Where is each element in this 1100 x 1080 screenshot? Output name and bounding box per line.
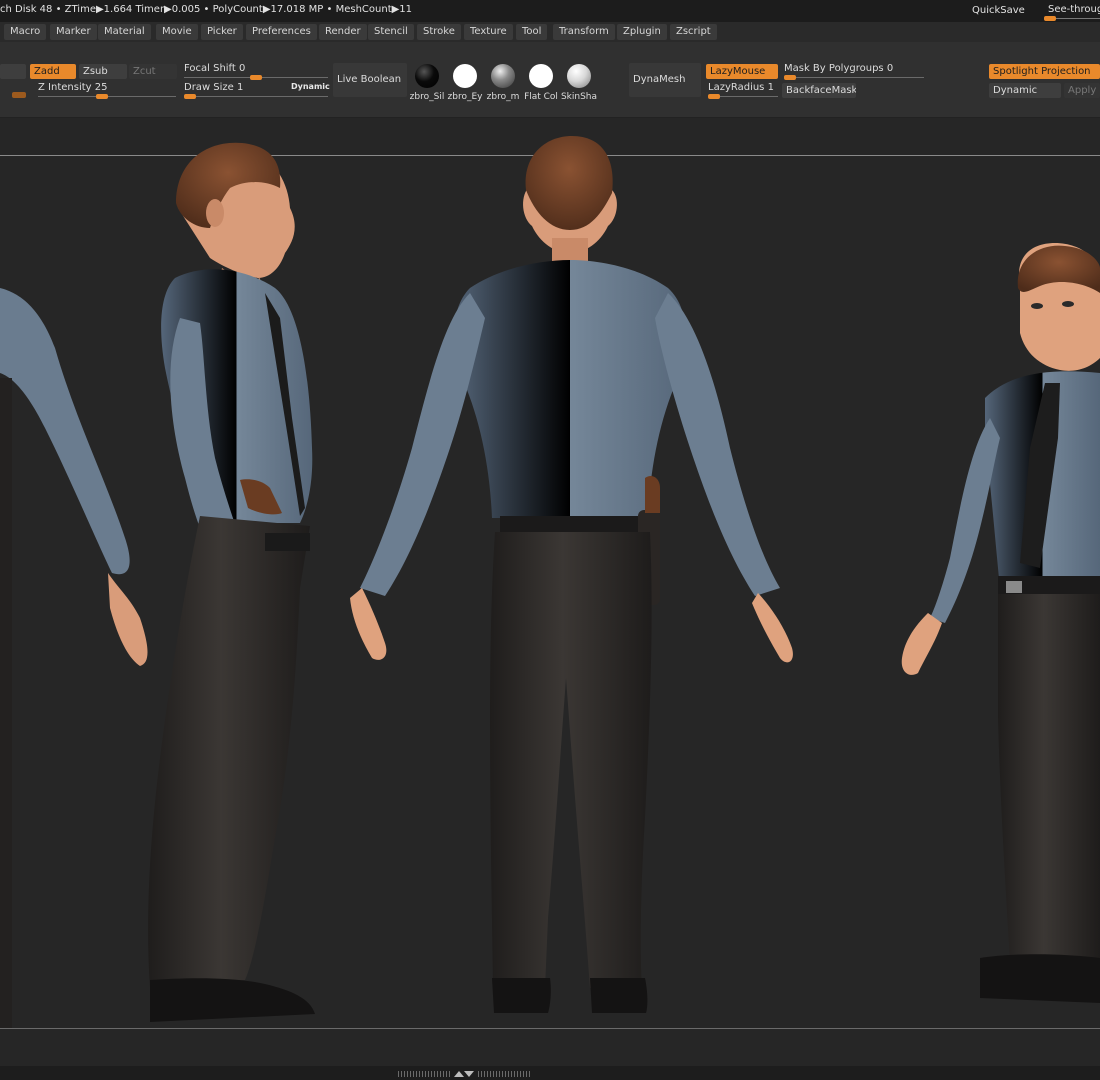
focal-shift-knob[interactable]: [250, 75, 262, 80]
menu-stencil[interactable]: Stencil: [368, 24, 414, 40]
material-label: SkinSha: [560, 92, 598, 102]
menu-render[interactable]: Render: [319, 24, 367, 40]
document-canvas[interactable]: [0, 118, 1100, 1029]
zsub-button[interactable]: Zsub: [79, 64, 127, 79]
tray-grip-right: [478, 1071, 530, 1077]
front-view-figure: [901, 243, 1100, 1003]
bottom-tray-strip: [0, 1066, 1100, 1080]
white-sphere-icon: [529, 64, 553, 88]
menu-marker[interactable]: Marker: [50, 24, 97, 40]
material-slot-flat-color[interactable]: Flat Col: [521, 64, 561, 102]
mask-by-polygroups-slider[interactable]: Mask By Polygroups 0: [784, 63, 924, 81]
lazy-radius-slider[interactable]: LazyRadius 1: [708, 82, 778, 100]
zadd-button[interactable]: Zadd: [30, 64, 76, 79]
zcut-button[interactable]: Zcut: [129, 64, 177, 79]
material-slot-zbro-sil[interactable]: zbro_Sil: [407, 64, 447, 102]
draw-size-knob[interactable]: [184, 94, 196, 99]
grey-sphere-icon: [491, 64, 515, 88]
black-sphere-icon: [415, 64, 439, 88]
lazy-radius-label: LazyRadius 1: [708, 82, 774, 93]
focal-shift-label: Focal Shift 0: [184, 63, 246, 74]
lazy-mouse-button[interactable]: LazyMouse: [706, 64, 778, 79]
menu-movie[interactable]: Movie: [156, 24, 198, 40]
material-label: zbro_Ey: [447, 92, 483, 102]
character-model-viewport[interactable]: [0, 118, 1100, 1029]
menu-zscript[interactable]: Zscript: [670, 24, 717, 40]
mask-by-polygroups-track: [784, 77, 924, 78]
menu-bar: Macro Marker Material Movie Picker Prefe…: [0, 22, 1100, 42]
see-through-label: See-through: [1048, 4, 1100, 15]
dynamic-button[interactable]: Dynamic: [989, 83, 1061, 98]
dynamesh-button[interactable]: DynaMesh: [629, 63, 701, 97]
see-through-knob[interactable]: [1044, 16, 1056, 21]
menu-transform[interactable]: Transform: [553, 24, 615, 40]
menu-tool[interactable]: Tool: [516, 24, 548, 40]
z-intensity-slider[interactable]: Z Intensity 25: [38, 82, 176, 100]
z-intensity-knob[interactable]: [96, 94, 108, 99]
focal-shift-slider[interactable]: Focal Shift 0: [184, 63, 328, 81]
menu-material[interactable]: Material: [98, 24, 151, 40]
mask-by-polygroups-knob[interactable]: [784, 75, 796, 80]
material-label: Flat Col: [524, 92, 558, 102]
side-view-figure: [148, 142, 315, 1022]
lazy-radius-knob[interactable]: [708, 94, 720, 99]
material-slot-zbro-ey[interactable]: zbro_Ey: [445, 64, 485, 102]
z-intensity-label: Z Intensity 25: [38, 82, 108, 93]
menu-stroke[interactable]: Stroke: [417, 24, 461, 40]
bottom-tray: [0, 1029, 1100, 1080]
material-slot-zbro-m[interactable]: zbro_m: [483, 64, 523, 102]
tray-expand-arrows-icon: [454, 1071, 474, 1077]
material-label: zbro_Sil: [409, 92, 445, 102]
rgb-intensity-knob[interactable]: [12, 92, 26, 98]
tray-grip-left: [398, 1071, 450, 1077]
material-slot-skin-shade[interactable]: SkinSha: [559, 64, 599, 102]
top-shelf: Zadd Zsub Zcut Z Intensity 25 Focal Shif…: [0, 42, 1100, 118]
draw-size-track: [184, 96, 328, 97]
live-boolean-button[interactable]: Live Boolean: [333, 63, 407, 97]
partial-figure-left: [0, 288, 148, 1029]
menu-preferences[interactable]: Preferences: [246, 24, 317, 40]
backface-mask-button[interactable]: BackfaceMask: [782, 83, 856, 98]
menu-texture[interactable]: Texture: [464, 24, 513, 40]
menu-zplugin[interactable]: Zplugin: [617, 24, 667, 40]
menu-picker[interactable]: Picker: [201, 24, 243, 40]
see-through-slider[interactable]: See-through: [1040, 2, 1100, 21]
material-label: zbro_m: [486, 92, 520, 102]
tray-toggle-handle[interactable]: [398, 1070, 530, 1078]
mask-by-polygroups-label: Mask By Polygroups 0: [784, 63, 894, 74]
status-readout: ch Disk 48 • ZTime▶1.664 Timer▶0.005 • P…: [0, 4, 413, 15]
apply-button[interactable]: Apply: [1064, 83, 1100, 98]
draw-size-dynamic-badge[interactable]: Dynamic: [291, 82, 330, 91]
back-view-figure: [350, 136, 793, 1013]
rgb-toggle-button[interactable]: [0, 64, 26, 79]
spotlight-projection-button[interactable]: Spotlight Projection: [989, 64, 1100, 79]
status-bar: ch Disk 48 • ZTime▶1.664 Timer▶0.005 • P…: [0, 0, 1100, 22]
white-sphere-icon: [453, 64, 477, 88]
quicksave-button[interactable]: QuickSave: [966, 3, 1031, 19]
skin-sphere-icon: [567, 64, 591, 88]
draw-size-label: Draw Size 1: [184, 82, 244, 93]
menu-macro[interactable]: Macro: [4, 24, 47, 40]
